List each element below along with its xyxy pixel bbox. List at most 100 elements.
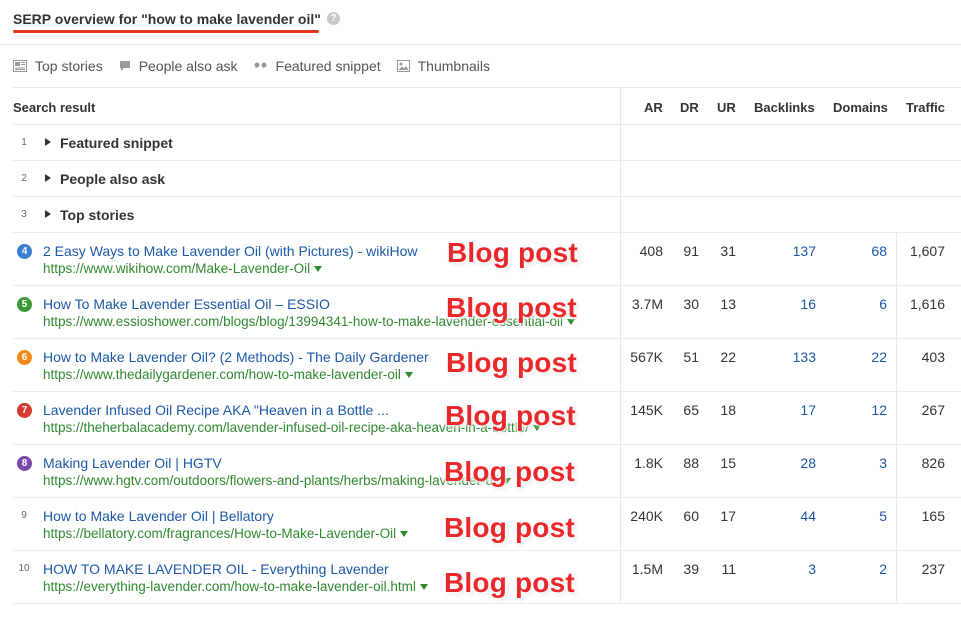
result-url-link[interactable]: https://www.thedailygardener.com/how-to-… bbox=[43, 367, 413, 382]
position-badge: 4 bbox=[17, 244, 32, 259]
result-title-link[interactable]: How To Make Lavender Essential Oil – ESS… bbox=[43, 296, 330, 312]
dr-value: 30 bbox=[683, 296, 699, 312]
blog-post-annotation: Blog post bbox=[444, 567, 575, 598]
col-backlinks[interactable]: Backlinks bbox=[754, 100, 815, 115]
col-search-result[interactable]: Search result bbox=[13, 100, 95, 115]
backlinks-link[interactable]: 3 bbox=[808, 561, 816, 577]
section-row[interactable]: 3 Top stories bbox=[13, 197, 961, 233]
caret-down-icon[interactable] bbox=[419, 584, 428, 591]
result-url-link[interactable]: https://bellatory.com/fragrances/How-to-… bbox=[43, 526, 409, 541]
ar-value: 145K bbox=[630, 402, 663, 418]
traffic-value: 1,616 bbox=[909, 296, 945, 312]
traffic-value: 826 bbox=[921, 455, 945, 471]
ur-value: 15 bbox=[720, 455, 736, 471]
feature-label: Featured snippet bbox=[275, 58, 381, 74]
result-url-link[interactable]: https://www.hgtv.com/outdoors/flowers-an… bbox=[43, 473, 511, 488]
section-row[interactable]: 2 People also ask bbox=[13, 161, 961, 197]
section-label: Featured snippet bbox=[60, 135, 173, 151]
page-title: SERP overview for "how to make lavender … bbox=[13, 10, 321, 27]
domains-link[interactable]: 3 bbox=[879, 455, 887, 471]
domains-link[interactable]: 2 bbox=[879, 561, 887, 577]
result-url-link[interactable]: https://everything-lavender.com/how-to-m… bbox=[43, 579, 428, 594]
feature-thumbnails[interactable]: Thumbnails bbox=[396, 58, 490, 74]
dr-value: 60 bbox=[683, 508, 699, 524]
blog-post-annotation: Blog post bbox=[444, 456, 575, 487]
speech-bubble-icon bbox=[119, 61, 130, 71]
col-ur[interactable]: UR bbox=[717, 100, 736, 115]
dr-value: 88 bbox=[683, 455, 699, 471]
result-title-link[interactable]: How to Make Lavender Oil | Bellatory bbox=[43, 508, 274, 524]
domains-link[interactable]: 5 bbox=[879, 508, 887, 524]
blog-post-annotation: Blog post bbox=[446, 347, 577, 378]
backlinks-link[interactable]: 16 bbox=[800, 296, 816, 312]
ur-value: 22 bbox=[720, 349, 736, 365]
ur-value: 17 bbox=[720, 508, 736, 524]
ar-value: 1.8K bbox=[634, 455, 663, 471]
col-ar[interactable]: AR bbox=[644, 100, 663, 115]
feature-top-stories[interactable]: Top stories bbox=[13, 58, 103, 74]
blog-post-annotation: Blog post bbox=[445, 400, 576, 431]
domains-link[interactable]: 68 bbox=[871, 243, 887, 259]
ar-value: 3.7M bbox=[631, 296, 663, 312]
row-number: 2 bbox=[21, 173, 27, 184]
row-number: 10 bbox=[18, 563, 30, 574]
header-divider bbox=[0, 44, 961, 45]
feature-featured-snippet[interactable]: Featured snippet bbox=[254, 58, 381, 74]
result-title-link[interactable]: HOW TO MAKE LAVENDER OIL - Everything La… bbox=[43, 561, 389, 577]
result-url: https://www.hgtv.com/outdoors/flowers-an… bbox=[43, 473, 499, 488]
result-title-link[interactable]: Making Lavender Oil | HGTV bbox=[43, 455, 222, 471]
position-badge: 7 bbox=[17, 403, 32, 418]
image-icon bbox=[396, 60, 410, 72]
blog-post-annotation: Blog post bbox=[444, 512, 575, 543]
traffic-value: 165 bbox=[921, 508, 945, 524]
col-dr[interactable]: DR bbox=[680, 100, 699, 115]
backlinks-link[interactable]: 17 bbox=[800, 402, 816, 418]
dr-value: 91 bbox=[683, 243, 699, 259]
section-label: People also ask bbox=[60, 171, 166, 187]
row-number: 3 bbox=[21, 209, 27, 220]
ur-value: 11 bbox=[721, 561, 736, 577]
caret-right-icon[interactable] bbox=[45, 174, 51, 182]
question-icon[interactable]: ? bbox=[326, 12, 340, 26]
domains-link[interactable]: 6 bbox=[879, 296, 887, 312]
position-badge: 8 bbox=[17, 456, 32, 471]
result-url-link[interactable]: https://www.wikihow.com/Make-Lavender-Oi… bbox=[43, 261, 323, 276]
ur-value: 18 bbox=[720, 402, 736, 418]
traffic-value: 403 bbox=[921, 349, 945, 365]
page-header: SERP overview for "how to make lavender … bbox=[13, 10, 340, 34]
serp-features-bar: Top stories People also ask Featured sni… bbox=[13, 56, 506, 76]
backlinks-link[interactable]: 44 bbox=[800, 508, 816, 524]
col-traffic[interactable]: Traffic bbox=[906, 100, 945, 115]
domains-link[interactable]: 22 bbox=[871, 349, 887, 365]
result-title-link[interactable]: How to Make Lavender Oil? (2 Methods) - … bbox=[43, 349, 429, 365]
backlinks-link[interactable]: 28 bbox=[800, 455, 816, 471]
result-url: https://everything-lavender.com/how-to-m… bbox=[43, 579, 416, 594]
ar-value: 567K bbox=[630, 349, 663, 365]
result-title-link[interactable]: Lavender Infused Oil Recipe AKA "Heaven … bbox=[43, 402, 389, 418]
col-domains[interactable]: Domains bbox=[833, 100, 888, 115]
caret-down-icon[interactable] bbox=[400, 531, 409, 538]
section-label: Top stories bbox=[60, 207, 135, 223]
domains-link[interactable]: 12 bbox=[871, 402, 887, 418]
backlinks-link[interactable]: 133 bbox=[793, 349, 816, 365]
newspaper-icon bbox=[13, 60, 27, 72]
result-url: https://www.wikihow.com/Make-Lavender-Oi… bbox=[43, 261, 311, 276]
dr-value: 51 bbox=[683, 349, 699, 365]
result-title-link[interactable]: 2 Easy Ways to Make Lavender Oil (with P… bbox=[43, 243, 417, 259]
section-row[interactable]: 1 Featured snippet bbox=[13, 125, 961, 161]
feature-label: Thumbnails bbox=[417, 58, 490, 74]
caret-down-icon[interactable] bbox=[314, 266, 323, 273]
caret-right-icon[interactable] bbox=[45, 138, 51, 146]
ar-value: 1.5M bbox=[631, 561, 663, 577]
traffic-value: 267 bbox=[921, 402, 945, 418]
traffic-value: 237 bbox=[921, 561, 945, 577]
traffic-value: 1,607 bbox=[909, 243, 945, 259]
row-number: 1 bbox=[21, 137, 27, 148]
dr-value: 39 bbox=[683, 561, 699, 577]
feature-people-also-ask[interactable]: People also ask bbox=[119, 58, 238, 74]
caret-down-icon[interactable] bbox=[404, 372, 413, 379]
caret-right-icon[interactable] bbox=[45, 210, 51, 218]
ar-value: 240K bbox=[630, 508, 663, 524]
backlinks-link[interactable]: 137 bbox=[793, 243, 816, 259]
result-url: https://www.thedailygardener.com/how-to-… bbox=[43, 367, 401, 382]
